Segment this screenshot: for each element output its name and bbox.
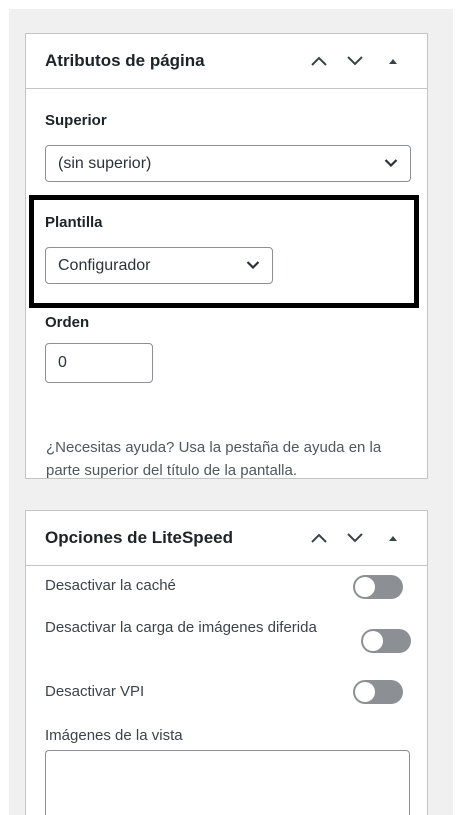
move-up-button[interactable] bbox=[306, 48, 332, 74]
page-attributes-title: Atributos de página bbox=[45, 51, 205, 70]
option-label-disable-cache: Desactivar la caché bbox=[45, 577, 176, 594]
toggle-disable-cache[interactable] bbox=[353, 575, 403, 599]
order-input-value: 0 bbox=[58, 354, 67, 371]
toggle-knob bbox=[355, 577, 375, 597]
toggle-disable-vpi[interactable] bbox=[353, 680, 403, 704]
page-attributes-header: Atributos de página bbox=[26, 34, 427, 89]
viewport-images-label: Imágenes de la vista bbox=[45, 727, 183, 744]
move-down-button[interactable] bbox=[342, 525, 368, 551]
litespeed-title: Opciones de LiteSpeed bbox=[45, 528, 233, 547]
parent-select[interactable]: (sin superior) bbox=[45, 145, 411, 182]
chevron-up-icon bbox=[311, 533, 327, 543]
toggle-panel-button[interactable] bbox=[380, 48, 406, 74]
move-down-button[interactable] bbox=[342, 48, 368, 74]
chevron-down-icon bbox=[347, 533, 363, 543]
toggle-knob bbox=[355, 682, 375, 702]
litespeed-options-panel: Opciones de LiteSpeed Desactivar la cach… bbox=[25, 510, 428, 815]
template-highlight-box bbox=[29, 195, 419, 308]
parent-label: Superior bbox=[45, 112, 107, 129]
option-label-disable-lazyload: Desactivar la carga de imágenes diferida bbox=[45, 619, 317, 636]
chevron-up-icon bbox=[311, 56, 327, 66]
order-label: Orden bbox=[45, 314, 90, 331]
triangle-up-icon bbox=[389, 536, 397, 541]
toggle-disable-lazyload[interactable] bbox=[361, 629, 411, 653]
litespeed-header: Opciones de LiteSpeed bbox=[26, 511, 427, 566]
order-input[interactable]: 0 bbox=[45, 343, 153, 383]
move-up-button[interactable] bbox=[306, 525, 332, 551]
chevron-down-icon bbox=[384, 159, 398, 168]
toggle-panel-button[interactable] bbox=[380, 525, 406, 551]
parent-select-value: (sin superior) bbox=[58, 154, 152, 172]
help-text: ¿Necesitas ayuda? Usa la pestaña de ayud… bbox=[46, 439, 382, 479]
chevron-down-icon bbox=[347, 56, 363, 66]
toggle-knob bbox=[363, 631, 383, 651]
option-label-disable-vpi: Desactivar VPI bbox=[45, 683, 145, 700]
triangle-up-icon bbox=[389, 59, 397, 64]
viewport-images-textarea[interactable] bbox=[45, 750, 410, 815]
